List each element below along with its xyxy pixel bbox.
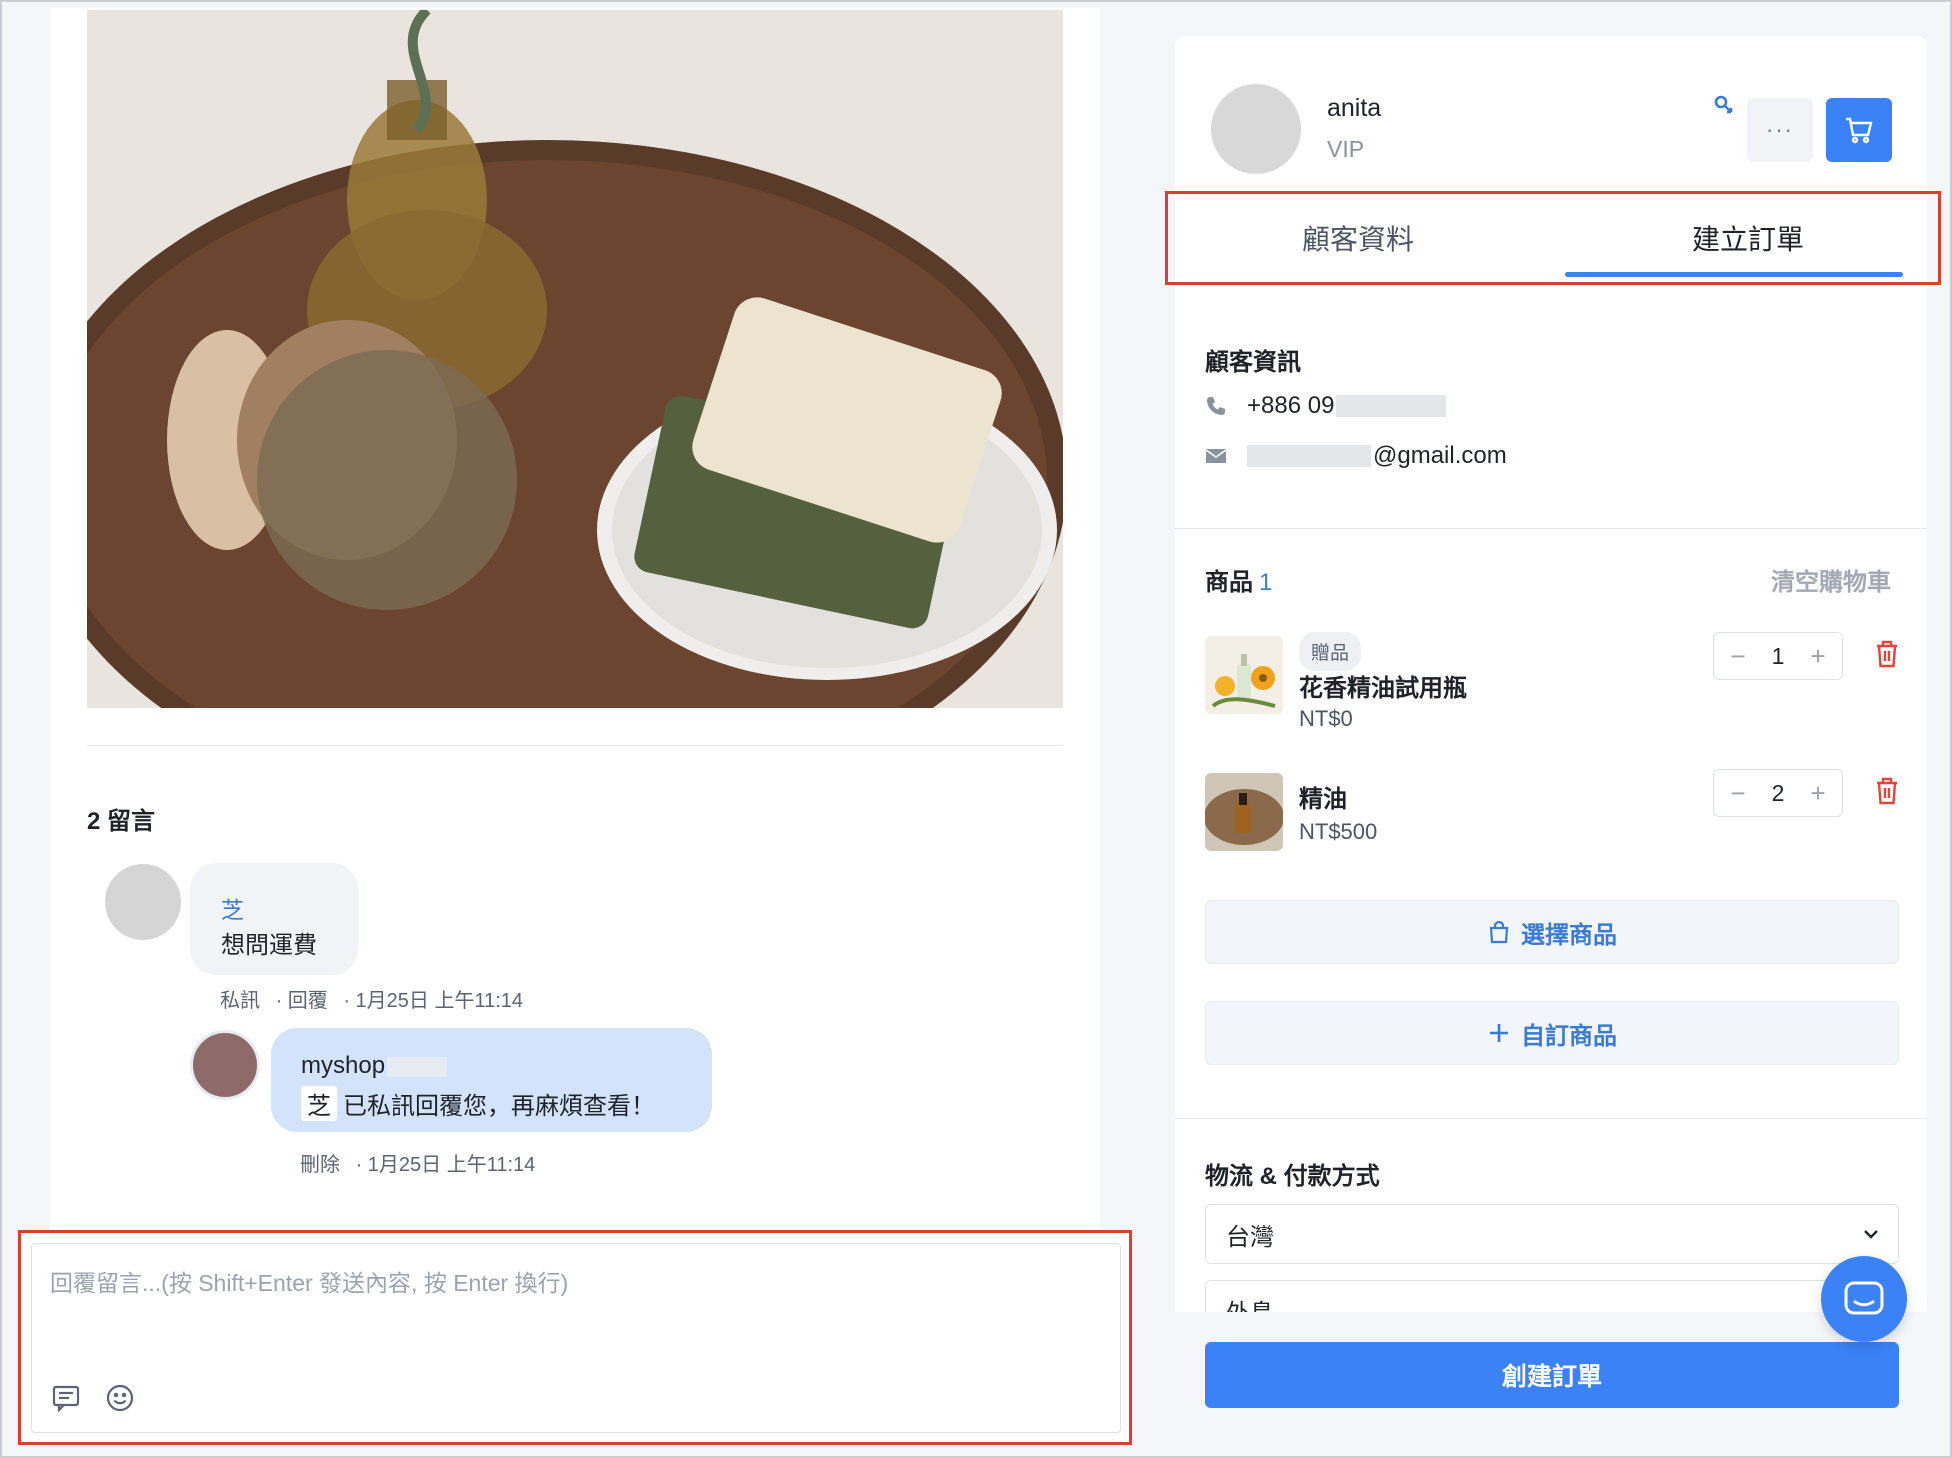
clear-cart-link[interactable]: 清空購物車: [1771, 562, 1891, 597]
create-order-button[interactable]: 創建訂單: [1205, 1342, 1899, 1408]
cart-item: 精油 NT$500 − 2 +: [1205, 769, 1905, 873]
comments-count: 2 留言: [87, 808, 156, 835]
reply-placeholder: 回覆留言...(按 Shift+Enter 發送內容, 按 Enter 換行): [50, 1270, 569, 1296]
mention-tag[interactable]: 芝: [301, 1086, 337, 1121]
product-image: [1205, 773, 1283, 851]
private-message-link[interactable]: 私訊: [220, 990, 260, 1012]
reply-actions: 刪除 · 1月25日 上午11:14: [300, 1148, 545, 1177]
cart-button[interactable]: [1826, 98, 1892, 162]
reply-author-name: myshop: [301, 1052, 386, 1079]
chevron-down-icon: [1860, 1223, 1882, 1252]
phone-number: +886 09: [1247, 392, 1335, 419]
plus-icon: [1487, 1021, 1511, 1045]
customer-avatar: [1211, 84, 1301, 174]
comment-timestamp: · 1月25日 上午11:14: [343, 990, 524, 1012]
redacted-text: [1247, 445, 1371, 467]
divider: [1175, 1118, 1927, 1119]
saved-replies-icon[interactable]: [50, 1382, 82, 1414]
product-name: 精油: [1299, 786, 1347, 813]
comment-bubble: 芝 想問運費: [190, 863, 358, 975]
increase-button[interactable]: +: [1806, 778, 1830, 809]
reply-input[interactable]: 回覆留言...(按 Shift+Enter 發送內容, 按 Enter 換行): [31, 1243, 1121, 1433]
phone-row: +886 09: [1205, 392, 1447, 420]
phone-icon: [1205, 395, 1233, 417]
redacted-text: [1336, 395, 1447, 417]
reply-text: 芝已私訊回覆您，再麻煩查看！: [301, 1086, 655, 1121]
region-value: 台灣: [1226, 1223, 1274, 1251]
tabs-highlight: 顧客資料 建立訂單: [1165, 191, 1941, 285]
reply-toolbar: [50, 1382, 136, 1414]
custom-product-button[interactable]: 自訂商品: [1205, 1001, 1899, 1065]
shopping-bag-icon: [1487, 920, 1511, 944]
customer-tier: VIP: [1327, 136, 1365, 162]
link-icon[interactable]: [1713, 94, 1735, 121]
post-photo: [87, 10, 1063, 708]
comment-actions: 私訊 · 回覆 · 1月25日 上午11:14: [220, 984, 533, 1013]
region-select[interactable]: 台灣: [1205, 1204, 1899, 1264]
gift-badge: 贈品: [1299, 632, 1362, 671]
post-panel: 2 留言 芝 想問運費 私訊 · 回覆 · 1月25日 上午11:14 mysh…: [50, 8, 1100, 1258]
product-name: 花香精油試用瓶: [1299, 675, 1467, 702]
product-image: [1205, 636, 1283, 714]
email-address: @gmail.com: [1373, 442, 1507, 469]
post-divider: [87, 745, 1063, 746]
quantity-value[interactable]: 2: [1772, 780, 1785, 807]
quantity-value[interactable]: 1: [1772, 643, 1785, 670]
shop-avatar: [190, 1030, 260, 1100]
delete-item-icon[interactable]: [1875, 640, 1905, 674]
reply-bubble: myshop 芝已私訊回覆您，再麻煩查看！: [271, 1028, 712, 1132]
commenter-avatar[interactable]: [105, 864, 181, 940]
customer-panel: anita VIP ··· 顧客資料 建立訂單 顧客資訊 +886 09 @gm…: [1165, 36, 1941, 1340]
customer-name: anita: [1327, 94, 1382, 122]
choose-products-label: 選擇商品: [1521, 921, 1617, 949]
delete-link[interactable]: 刪除: [300, 1154, 340, 1176]
emoji-icon[interactable]: [104, 1382, 136, 1414]
cart-item: 贈品 花香精油試用瓶 NT$0 − 1 +: [1205, 632, 1905, 736]
comment-text: 想問運費: [221, 932, 317, 959]
reply-link[interactable]: · 回覆: [276, 990, 328, 1012]
reply-message: 已私訊回覆您，再麻煩查看！: [343, 1093, 655, 1120]
more-options-button[interactable]: ···: [1747, 98, 1813, 162]
custom-product-label: 自訂商品: [1521, 1022, 1617, 1050]
products-label: 商品: [1205, 569, 1253, 596]
reply-author: myshop: [301, 1052, 448, 1080]
shipping-title: 物流 & 付款方式: [1205, 1163, 1380, 1190]
choose-products-button[interactable]: 選擇商品: [1205, 900, 1899, 964]
customer-info-title: 顧客資訊: [1205, 349, 1301, 376]
reply-timestamp: · 1月25日 上午11:14: [355, 1154, 536, 1176]
active-tab-indicator: [1565, 272, 1903, 277]
quantity-stepper: − 2 +: [1713, 769, 1843, 817]
quantity-stepper: − 1 +: [1713, 632, 1843, 680]
decrease-button[interactable]: −: [1726, 641, 1750, 672]
delete-item-icon[interactable]: [1875, 777, 1905, 811]
chat-widget-button[interactable]: [1821, 1256, 1907, 1342]
product-price: NT$0: [1299, 706, 1353, 731]
email-icon: [1205, 447, 1233, 465]
products-count: 1: [1259, 569, 1273, 596]
tab-customer-info[interactable]: 顧客資料: [1168, 194, 1548, 282]
decrease-button[interactable]: −: [1726, 778, 1750, 809]
tab-create-order[interactable]: 建立訂單: [1563, 194, 1933, 282]
redacted-text: [387, 1056, 448, 1077]
comment-author[interactable]: 芝: [221, 891, 244, 925]
increase-button[interactable]: +: [1806, 641, 1830, 672]
reply-area-highlight: 回覆留言...(按 Shift+Enter 發送內容, 按 Enter 換行): [18, 1230, 1132, 1445]
email-row: @gmail.com: [1205, 442, 1507, 470]
products-title: 商品 1: [1205, 562, 1272, 597]
product-price: NT$500: [1299, 819, 1378, 844]
divider: [1175, 528, 1927, 529]
